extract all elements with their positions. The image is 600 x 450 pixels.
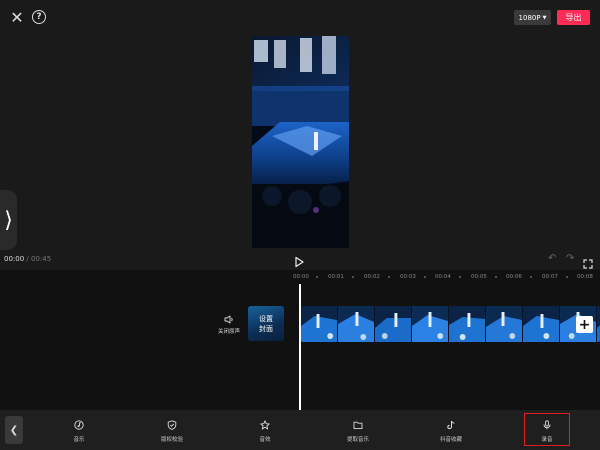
add-clip-button[interactable]: + bbox=[576, 316, 593, 333]
tick-dot bbox=[530, 276, 532, 278]
tick-dot bbox=[566, 276, 568, 278]
help-icon[interactable]: ? bbox=[32, 10, 46, 24]
redo-button[interactable]: ↷ bbox=[566, 254, 576, 264]
toolbar-item-copyright-check[interactable]: 版权校验 bbox=[150, 420, 194, 446]
highlight-box bbox=[524, 413, 570, 446]
tick-label: 00:02 bbox=[364, 274, 380, 280]
chevron-left-icon: ❮ bbox=[9, 424, 19, 436]
clip-frame bbox=[486, 306, 523, 342]
music-icon bbox=[74, 420, 84, 430]
mute-original-sound-label: 关闭原声 bbox=[217, 329, 240, 335]
playhead[interactable] bbox=[299, 284, 301, 410]
current-time: 00:00 bbox=[4, 255, 25, 263]
sound-effect-icon bbox=[260, 420, 270, 430]
time-display: 00:00 / 00:45 bbox=[4, 255, 51, 263]
redo-icon: ↷ bbox=[566, 253, 575, 264]
video-preview bbox=[252, 36, 349, 248]
resolution-dropdown[interactable]: 1080P ▼ bbox=[514, 10, 551, 25]
tick-label: 00:04 bbox=[435, 274, 451, 280]
toolbar-item-label: 音效 bbox=[259, 437, 271, 443]
chevron-right-icon: ⟩ bbox=[4, 207, 13, 233]
clip-frame bbox=[523, 306, 560, 342]
clip-frame bbox=[301, 306, 338, 342]
fullscreen-icon bbox=[583, 259, 593, 269]
set-cover-line2: 封面 bbox=[259, 324, 273, 333]
mute-original-sound-button[interactable]: 关闭原声 bbox=[214, 315, 244, 337]
play-button[interactable] bbox=[293, 253, 305, 268]
toolbar-item-label: 音乐 bbox=[73, 437, 85, 443]
tick-label: 00:03 bbox=[400, 274, 416, 280]
tick-dot bbox=[388, 276, 390, 278]
tick-dot bbox=[352, 276, 354, 278]
time-separator: / bbox=[26, 255, 29, 263]
total-time: 00:45 bbox=[31, 255, 52, 263]
video-clip-track[interactable] bbox=[301, 306, 600, 342]
side-panel-handle[interactable]: ⟩ bbox=[0, 190, 17, 250]
chevron-down-icon: ▼ bbox=[542, 14, 547, 21]
fullscreen-button[interactable] bbox=[583, 254, 593, 269]
set-cover-button[interactable]: 设置 封面 bbox=[248, 306, 284, 341]
clip-frame bbox=[449, 306, 486, 342]
undo-icon: ↶ bbox=[548, 253, 557, 264]
tick-dot bbox=[316, 276, 318, 278]
toolbar-item-music[interactable]: 音乐 bbox=[57, 420, 101, 446]
speaker-icon bbox=[224, 315, 233, 324]
douyin-favorite-icon bbox=[447, 420, 455, 430]
close-icon[interactable]: ✕ bbox=[8, 8, 26, 27]
export-button[interactable]: 导出 bbox=[557, 10, 590, 25]
back-button[interactable]: ❮ bbox=[5, 416, 23, 444]
tick-label: 00:06 bbox=[506, 274, 522, 280]
clip-frame bbox=[412, 306, 449, 342]
resolution-label: 1080P bbox=[518, 13, 541, 22]
toolbar-item-douyin-favorite[interactable]: 抖音收藏 bbox=[429, 420, 473, 446]
set-cover-label: 设置 封面 bbox=[248, 306, 284, 341]
tick-dot bbox=[424, 276, 426, 278]
clip-frame bbox=[375, 306, 412, 342]
toolbar-item-sound-effect[interactable]: 音效 bbox=[243, 420, 287, 446]
plus-icon: + bbox=[578, 316, 591, 333]
tick-label: 00:08 bbox=[577, 274, 593, 280]
extract-music-icon bbox=[353, 421, 363, 430]
toolbar-item-label: 抖音收藏 bbox=[439, 437, 462, 443]
tick-label: 00:01 bbox=[328, 274, 344, 280]
clip-frame bbox=[338, 306, 375, 342]
toolbar-item-label: 版权校验 bbox=[160, 437, 183, 443]
tick-label: 00:07 bbox=[542, 274, 558, 280]
tick-dot bbox=[495, 276, 497, 278]
undo-button[interactable]: ↶ bbox=[548, 254, 558, 264]
bottom-toolbar: ❮ 音乐 版权校验 音效 提取音乐 抖音收藏 录音 bbox=[0, 410, 600, 450]
tick-dot bbox=[459, 276, 461, 278]
set-cover-line1: 设置 bbox=[259, 314, 273, 323]
tick-label: 00:00 bbox=[293, 274, 309, 280]
top-bar: ✕ ? 1080P ▼ 导出 bbox=[0, 0, 600, 36]
tick-label: 00:05 bbox=[471, 274, 487, 280]
play-icon bbox=[295, 256, 304, 268]
toolbar-item-extract-music[interactable]: 提取音乐 bbox=[336, 420, 380, 446]
copyright-check-icon bbox=[167, 420, 177, 430]
toolbar-item-label: 提取音乐 bbox=[346, 437, 369, 443]
